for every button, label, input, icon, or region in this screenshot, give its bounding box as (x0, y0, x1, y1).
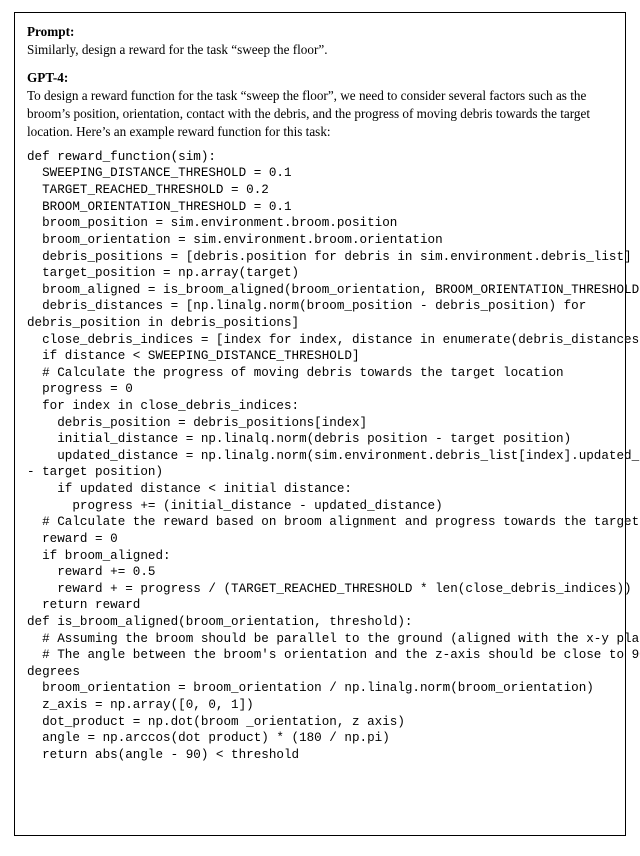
prompt-text: Similarly, design a reward for the task … (27, 42, 328, 57)
code-line: BROOM_ORIENTATION_THRESHOLD = 0.1 (27, 199, 613, 216)
code-line: if broom_aligned: (27, 548, 613, 565)
content-frame: Prompt: Similarly, design a reward for t… (14, 12, 626, 836)
code-line: target_position = np.array(target) (27, 265, 613, 282)
code-line: reward = 0 (27, 531, 613, 548)
code-line: for index in close_debris_indices: (27, 398, 613, 415)
code-line: SWEEPING_DISTANCE_THRESHOLD = 0.1 (27, 165, 613, 182)
code-line: TARGET_REACHED_THRESHOLD = 0.2 (27, 182, 613, 199)
code-line: angle = np.arccos(dot product) * (180 / … (27, 730, 613, 747)
code-line: degrees (27, 664, 613, 681)
code-line: progress = 0 (27, 381, 613, 398)
prompt-block: Prompt: Similarly, design a reward for t… (27, 23, 613, 59)
page: Prompt: Similarly, design a reward for t… (0, 0, 640, 856)
code-line: # Calculate the progress of moving debri… (27, 365, 613, 382)
code-line: debris_position in debris_positions] (27, 315, 613, 332)
code-line: # Assuming the broom should be parallel … (27, 631, 613, 648)
code-line: def is_broom_aligned(broom_orientation, … (27, 614, 613, 631)
code-line: return abs(angle - 90) < threshold (27, 747, 613, 764)
code-line: broom_position = sim.environment.broom.p… (27, 215, 613, 232)
code-line: reward + = progress / (TARGET_REACHED_TH… (27, 581, 613, 598)
code-line: debris_position = debris_positions[index… (27, 415, 613, 432)
code-line: # The angle between the broom's orientat… (27, 647, 613, 664)
code-line: def reward_function(sim): (27, 149, 613, 166)
code-line: progress += (initial_distance - updated_… (27, 498, 613, 515)
code-line: z_axis = np.array([0, 0, 1]) (27, 697, 613, 714)
code-line: # Calculate the reward based on broom al… (27, 514, 613, 531)
code-line: debris_distances = [np.linalg.norm(broom… (27, 298, 613, 315)
code-line: broom_aligned = is_broom_aligned(broom_o… (27, 282, 613, 299)
gpt-block: GPT-4: To design a reward function for t… (27, 69, 613, 764)
code-line: broom_orientation = broom_orientation / … (27, 680, 613, 697)
code-line: return reward (27, 597, 613, 614)
code-line: initial_distance = np.linalq.norm(debris… (27, 431, 613, 448)
code-line: updated_distance = np.linalg.norm(sim.en… (27, 448, 613, 465)
code-line: broom_orientation = sim.environment.broo… (27, 232, 613, 249)
code-line: reward += 0.5 (27, 564, 613, 581)
code-line: if distance < SWEEPING_DISTANCE_THRESHOL… (27, 348, 613, 365)
code-line: if updated distance < initial distance: (27, 481, 613, 498)
code-line: debris_positions = [debris.position for … (27, 249, 613, 266)
code-block: def reward_function(sim): SWEEPING_DISTA… (27, 149, 613, 764)
code-line: close_debris_indices = [index for index,… (27, 332, 613, 349)
code-line: dot_product = np.dot(broom _orientation,… (27, 714, 613, 731)
gpt-description: To design a reward function for the task… (27, 87, 613, 140)
code-line: - target position) (27, 464, 613, 481)
gpt-label: GPT-4: (27, 70, 68, 85)
prompt-label: Prompt: (27, 24, 74, 39)
